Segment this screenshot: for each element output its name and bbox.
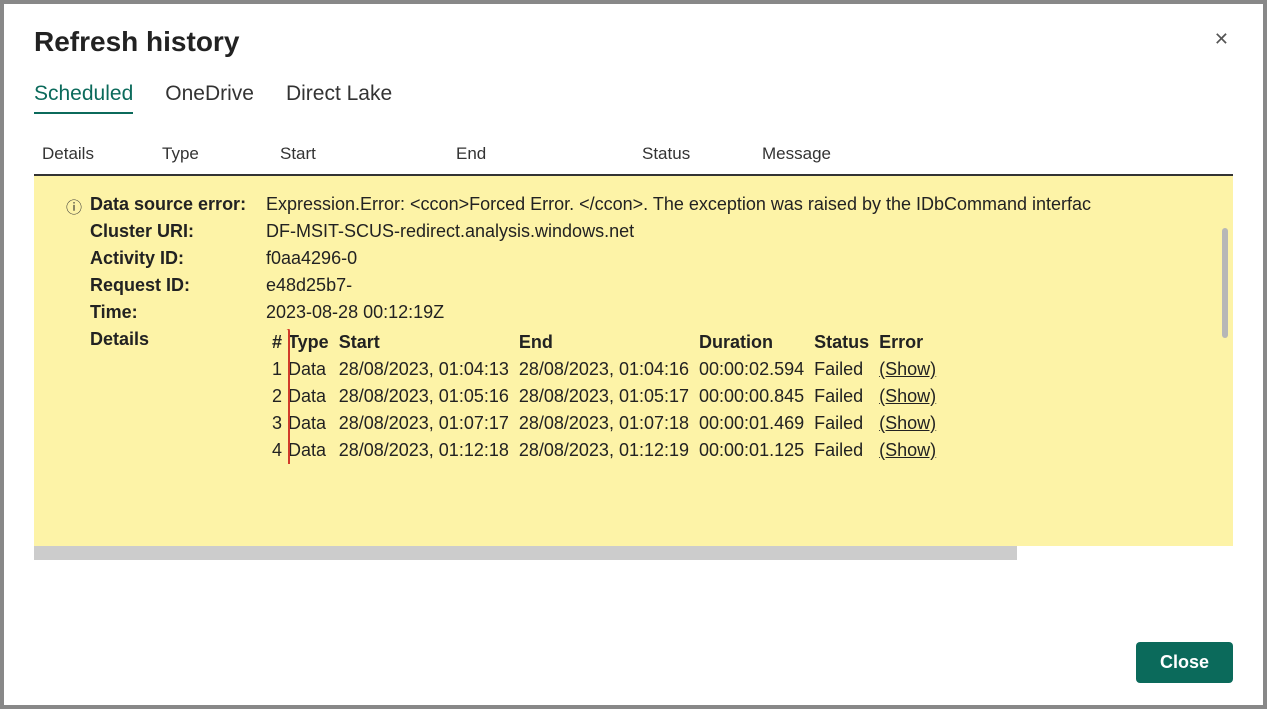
close-icon[interactable]: ✕ [1210, 26, 1233, 52]
row-request-id: Request ID: e48d25b7- [90, 275, 1233, 296]
details-table-wrapper: # Type Start End Duration Status Error [266, 329, 1233, 464]
cell-num: 4 [266, 437, 288, 464]
info-icon: ⓘ [66, 194, 82, 218]
value-request-id: e48d25b7- [266, 275, 1233, 296]
details-row: 2 Data 28/08/2023, 01:05:16 28/08/2023, … [266, 383, 946, 410]
refresh-history-dialog: Refresh history ✕ Scheduled OneDrive Dir… [4, 4, 1263, 705]
dh-start: Start [339, 329, 519, 356]
close-button[interactable]: Close [1136, 642, 1233, 683]
cell-num: 1 [266, 356, 288, 383]
label-data-source-error: Data source error: [90, 194, 266, 215]
value-time: 2023-08-28 00:12:19Z [266, 302, 1233, 323]
dh-error: Error [879, 329, 946, 356]
error-kv-rows: Data source error: Expression.Error: <cc… [90, 194, 1233, 464]
vertical-scrollbar[interactable] [1222, 228, 1228, 338]
col-status: Status [642, 144, 762, 164]
cell-type: Data [288, 383, 339, 410]
error-details-panel: ⓘ Data source error: Expression.Error: <… [34, 176, 1233, 546]
cell-duration: 00:00:00.845 [699, 383, 814, 410]
cell-num: 3 [266, 410, 288, 437]
col-details: Details [42, 144, 162, 164]
cell-status: Failed [814, 437, 879, 464]
dialog-footer: Close [34, 622, 1233, 683]
horizontal-scrollbar[interactable] [34, 546, 1017, 560]
history-column-headers: Details Type Start End Status Message [34, 144, 1233, 176]
col-start: Start [280, 144, 456, 164]
tab-direct-lake[interactable]: Direct Lake [286, 82, 392, 114]
col-type: Type [162, 144, 280, 164]
label-time: Time: [90, 302, 266, 323]
cell-start: 28/08/2023, 01:07:17 [339, 410, 519, 437]
dh-duration: Duration [699, 329, 814, 356]
label-request-id: Request ID: [90, 275, 266, 296]
cell-duration: 00:00:01.469 [699, 410, 814, 437]
details-header-row: # Type Start End Duration Status Error [266, 329, 946, 356]
cell-start: 28/08/2023, 01:12:18 [339, 437, 519, 464]
cell-end: 28/08/2023, 01:07:18 [519, 410, 699, 437]
dh-status: Status [814, 329, 879, 356]
cell-duration: 00:00:02.594 [699, 356, 814, 383]
details-table: # Type Start End Duration Status Error [266, 329, 946, 464]
col-end: End [456, 144, 642, 164]
label-details: Details [90, 329, 266, 350]
dh-end: End [519, 329, 699, 356]
row-time: Time: 2023-08-28 00:12:19Z [90, 302, 1233, 323]
dialog-header: Refresh history ✕ [34, 26, 1233, 58]
show-error-link[interactable]: (Show) [879, 359, 936, 379]
cell-start: 28/08/2023, 01:05:16 [339, 383, 519, 410]
cell-type: Data [288, 356, 339, 383]
cell-type: Data [288, 437, 339, 464]
details-tbody: 1 Data 28/08/2023, 01:04:13 28/08/2023, … [266, 356, 946, 464]
dialog-title: Refresh history [34, 26, 239, 58]
show-error-link[interactable]: (Show) [879, 413, 936, 433]
row-activity-id: Activity ID: f0aa4296-0 [90, 248, 1233, 269]
details-row: 3 Data 28/08/2023, 01:07:17 28/08/2023, … [266, 410, 946, 437]
value-cluster-uri: DF-MSIT-SCUS-redirect.analysis.windows.n… [266, 221, 1233, 242]
details-row: 4 Data 28/08/2023, 01:12:18 28/08/2023, … [266, 437, 946, 464]
cell-start: 28/08/2023, 01:04:13 [339, 356, 519, 383]
cell-end: 28/08/2023, 01:04:16 [519, 356, 699, 383]
cell-status: Failed [814, 410, 879, 437]
cell-duration: 00:00:01.125 [699, 437, 814, 464]
cell-end: 28/08/2023, 01:05:17 [519, 383, 699, 410]
row-data-source-error: Data source error: Expression.Error: <cc… [90, 194, 1233, 215]
details-row: 1 Data 28/08/2023, 01:04:13 28/08/2023, … [266, 356, 946, 383]
label-activity-id: Activity ID: [90, 248, 266, 269]
col-message: Message [762, 144, 1225, 164]
cell-type: Data [288, 410, 339, 437]
tab-bar: Scheduled OneDrive Direct Lake [34, 82, 1233, 114]
row-cluster-uri: Cluster URI: DF-MSIT-SCUS-redirect.analy… [90, 221, 1233, 242]
dh-num: # [266, 329, 288, 356]
value-activity-id: f0aa4296-0 [266, 248, 1233, 269]
cell-status: Failed [814, 383, 879, 410]
cell-status: Failed [814, 356, 879, 383]
row-details: Details # Type Start End Duration Status [90, 329, 1233, 464]
tab-scheduled[interactable]: Scheduled [34, 82, 133, 114]
tab-onedrive[interactable]: OneDrive [165, 82, 254, 114]
dh-type: Type [288, 329, 339, 356]
value-data-source-error: Expression.Error: <ccon>Forced Error. </… [266, 194, 1233, 215]
cell-num: 2 [266, 383, 288, 410]
show-error-link[interactable]: (Show) [879, 440, 936, 460]
cell-end: 28/08/2023, 01:12:19 [519, 437, 699, 464]
show-error-link[interactable]: (Show) [879, 386, 936, 406]
label-cluster-uri: Cluster URI: [90, 221, 266, 242]
